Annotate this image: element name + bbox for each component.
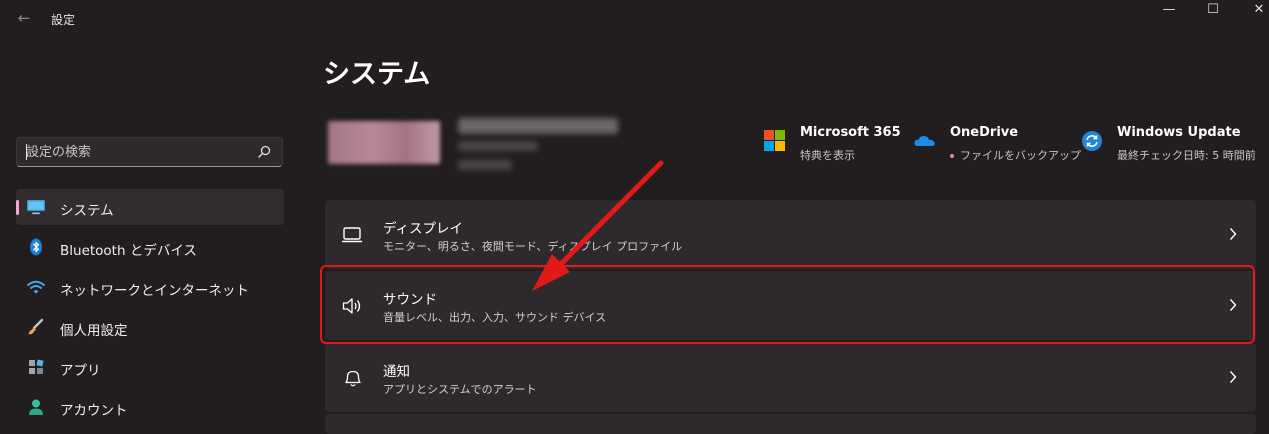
speaker-icon [342, 298, 361, 314]
sidebar-item-network[interactable]: ネットワークとインターネット [16, 269, 284, 305]
sidebar-item-label: Bluetooth とデバイス [60, 243, 197, 259]
title-bar: ← 設定 — ☐ ✕ [0, 0, 1269, 36]
quick-link-subtitle: 特典を表示 [800, 149, 855, 162]
apps-icon [29, 359, 44, 374]
settings-card-notifications[interactable]: 通知 アプリとシステムでのアラート [325, 343, 1256, 412]
quick-link-onedrive[interactable]: OneDrive ファイルをバックアップ [914, 125, 1081, 165]
page-title: システム [323, 59, 431, 90]
card-subtitle: アプリとシステムでのアラート [383, 383, 537, 396]
sidebar-item-label: アプリ [60, 363, 101, 379]
sidebar-edge [0, 60, 7, 105]
chevron-right-icon [1229, 371, 1237, 383]
microsoft-logo-icon [764, 130, 785, 151]
card-subtitle: 音量レベル、出力、入力、サウンド デバイス [383, 311, 607, 324]
chevron-right-icon [1229, 299, 1237, 311]
quick-link-microsoft-365[interactable]: Microsoft 365 特典を表示 [764, 125, 901, 165]
active-indicator [16, 200, 19, 215]
close-button[interactable]: ✕ [1236, 0, 1269, 22]
quick-link-windows-update[interactable]: Windows Update 最終チェック日時: 5 時間前 [1081, 125, 1256, 165]
sidebar-item-label: 個人用設定 [60, 323, 128, 339]
quick-link-subtitle: 最終チェック日時: 5 時間前 [1117, 149, 1256, 162]
monitor-icon [27, 200, 45, 215]
wifi-icon [26, 280, 46, 294]
quick-link-title: OneDrive [950, 125, 1019, 140]
person-icon [29, 399, 43, 415]
onedrive-cloud-icon [914, 135, 935, 146]
device-model-blurred [458, 141, 538, 151]
sidebar-item-label: ネットワークとインターネット [60, 283, 249, 299]
card-title: ディスプレイ [383, 221, 464, 237]
settings-card-sound[interactable]: サウンド 音量レベル、出力、入力、サウンド デバイス [325, 271, 1256, 340]
settings-card-display[interactable]: ディスプレイ モニター、明るさ、夜間モード、ディスプレイ プロファイル [325, 200, 1256, 269]
quick-link-title: Microsoft 365 [800, 125, 901, 140]
text-caret [26, 144, 27, 160]
settings-card-next[interactable] [325, 414, 1256, 434]
search-input[interactable] [26, 138, 251, 166]
display-icon [342, 227, 363, 243]
device-image [328, 121, 440, 164]
card-title: サウンド [383, 292, 437, 308]
search-box[interactable] [16, 137, 283, 167]
sidebar-item-personalization[interactable]: 個人用設定 [16, 309, 284, 345]
brush-icon [28, 318, 44, 335]
back-arrow-icon[interactable]: ← [14, 9, 34, 27]
sidebar-item-apps[interactable]: アプリ [16, 349, 284, 385]
search-icon[interactable] [256, 144, 272, 160]
card-subtitle: モニター、明るさ、夜間モード、ディスプレイ プロファイル [383, 240, 683, 253]
card-title: 通知 [383, 364, 410, 380]
sidebar-item-bluetooth[interactable]: Bluetooth とデバイス [16, 229, 284, 265]
device-rename-blurred [458, 160, 512, 170]
sidebar-item-label: システム [60, 203, 114, 219]
sidebar-item-accounts[interactable]: アカウント [16, 389, 284, 425]
status-dot-icon [950, 154, 954, 158]
sidebar-item-system[interactable]: システム [16, 189, 284, 225]
windows-update-icon [1082, 131, 1102, 151]
sidebar-item-label: アカウント [60, 403, 128, 419]
bluetooth-icon [30, 238, 42, 256]
chevron-right-icon [1229, 228, 1237, 240]
bell-icon [345, 370, 361, 387]
app-title: 設定 [51, 13, 76, 27]
minimize-button[interactable]: — [1146, 0, 1192, 22]
device-name-blurred [458, 118, 618, 134]
maximize-button[interactable]: ☐ [1190, 0, 1236, 22]
quick-link-subtitle: ファイルをバックアップ [950, 147, 1081, 163]
quick-link-title: Windows Update [1117, 125, 1241, 140]
